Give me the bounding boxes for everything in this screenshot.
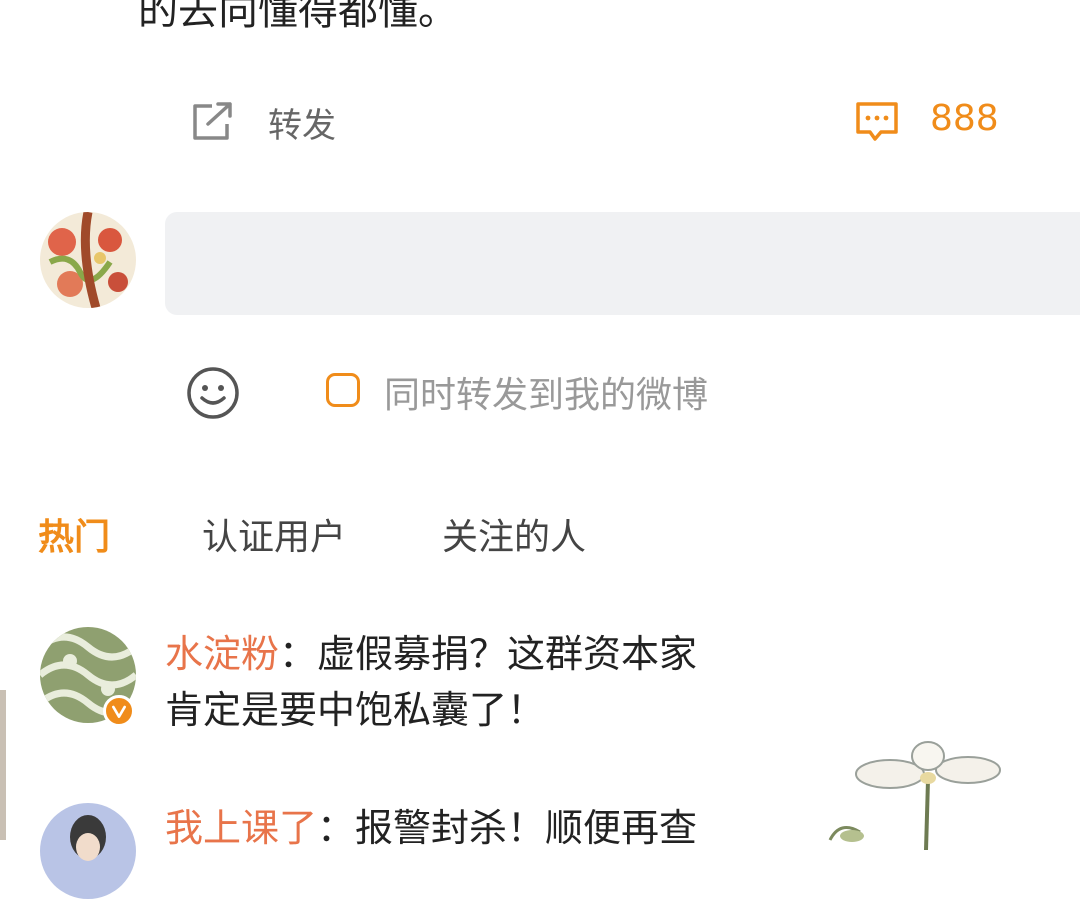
comment-text-line2: 肯定是要中饱私囊了！ (165, 688, 546, 732)
also-repost-label[interactable]: 同时转发到我的微博 (384, 366, 708, 418)
comment-input[interactable] (165, 212, 1080, 315)
my-avatar[interactable] (40, 212, 136, 308)
comment-separator: ： (279, 632, 318, 676)
comment-text-line1: 报警封杀！顺便再查 (355, 806, 698, 850)
comment-body: 水淀粉：虚假募捐？这群资本家 肯定是要中饱私囊了！ (165, 626, 825, 738)
share-icon[interactable] (190, 100, 238, 142)
comment-text-line1: 虚假募捐？这群资本家 (317, 632, 698, 676)
left-edge-decoration (0, 690, 6, 840)
also-repost-checkbox[interactable] (326, 373, 360, 407)
comment-separator: ： (317, 806, 356, 850)
flower-decoration-icon (828, 741, 1001, 850)
verified-badge-icon (103, 695, 135, 727)
comment-count[interactable]: 888 (930, 98, 999, 139)
tab-verified-users[interactable]: 认证用户 (202, 508, 346, 560)
comment-username[interactable]: 我上课了 (165, 806, 317, 850)
tab-following[interactable]: 关注的人 (442, 508, 586, 560)
tab-hot[interactable]: 热门 (38, 508, 110, 560)
comment-username[interactable]: 水淀粉 (165, 632, 279, 676)
comment-body: 我上课了：报警封杀！顺便再查 (165, 800, 825, 856)
repost-button[interactable]: 转发 (268, 98, 336, 147)
post-text-tail: 的去向懂得都懂。 (138, 0, 458, 34)
comment-icon[interactable] (853, 100, 901, 142)
smile-icon[interactable] (186, 366, 240, 420)
avatar[interactable] (40, 803, 136, 899)
